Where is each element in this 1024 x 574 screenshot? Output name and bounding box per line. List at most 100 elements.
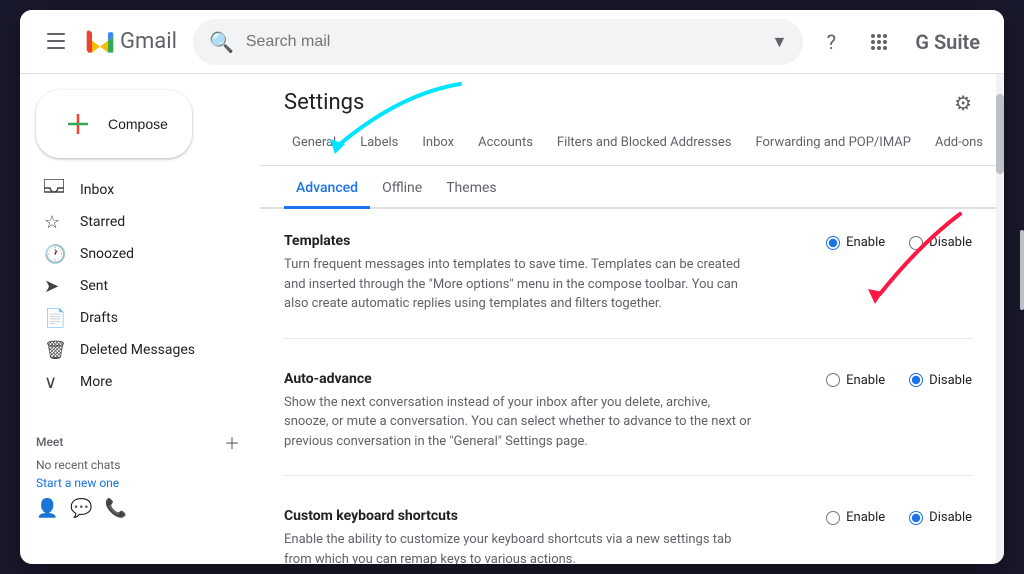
tab-general[interactable]: General (284, 123, 344, 165)
templates-disable-radio[interactable] (909, 236, 923, 250)
sidebar-item-more[interactable]: ∨ More (20, 366, 244, 398)
autoadvance-enable-option[interactable]: Enable (826, 373, 885, 388)
autoadvance-enable-radio[interactable] (826, 373, 840, 387)
autoadvance-enable-label: Enable (846, 373, 885, 388)
chat-action-icons: 👤 💬 📞 (36, 498, 244, 519)
keyboard-info: Custom keyboard shortcuts Enable the abi… (284, 508, 756, 564)
sidebar-label-starred: Starred (80, 214, 125, 230)
templates-enable-label: Enable (846, 235, 885, 250)
content-scrollbar-thumb[interactable] (996, 94, 1004, 174)
header: Gmail 🔍 ▼ ? G Suite (20, 10, 1004, 74)
templates-disable-option[interactable]: Disable (909, 235, 972, 250)
templates-desc: Turn frequent messages into templates to… (284, 255, 756, 314)
compose-button[interactable]: Compose (36, 90, 192, 158)
header-actions: ? G Suite (811, 22, 988, 62)
search-icon: 🔍 (209, 30, 234, 54)
sidebar-label-more: More (80, 374, 112, 390)
meet-label: Meet (36, 435, 63, 449)
inbox-icon (44, 179, 64, 202)
phone-icon[interactable]: 📞 (105, 498, 127, 519)
autoadvance-disable-label: Disable (929, 373, 972, 388)
section-keyboard: Custom keyboard shortcuts Enable the abi… (284, 508, 972, 564)
new-chat-icon[interactable]: ＋ (220, 430, 244, 454)
more-chevron-icon: ∨ (44, 372, 64, 393)
tab-forwarding[interactable]: Forwarding and POP/IMAP (747, 123, 919, 165)
templates-info: Templates Turn frequent messages into te… (284, 233, 756, 314)
settings-content: Settings ⚙ General Labels Inbox Accounts… (260, 74, 996, 564)
tab-addons[interactable]: Add-ons (927, 123, 991, 165)
sent-icon: ➤ (44, 276, 64, 297)
tab-accounts[interactable]: Accounts (470, 123, 541, 165)
keyboard-disable-radio[interactable] (909, 511, 923, 525)
app-title: Gmail (120, 29, 177, 54)
templates-controls: Enable Disable (772, 233, 972, 250)
tab-advanced[interactable]: Advanced (284, 170, 370, 209)
search-input[interactable] (246, 33, 760, 51)
compose-plus-icon (60, 106, 96, 142)
keyboard-enable-radio[interactable] (826, 511, 840, 525)
tab-inbox[interactable]: Inbox (414, 123, 462, 165)
templates-enable-option[interactable]: Enable (826, 235, 885, 250)
autoadvance-disable-option[interactable]: Disable (909, 373, 972, 388)
apps-icon[interactable] (859, 22, 899, 62)
sidebar-label-sent: Sent (80, 278, 108, 294)
keyboard-controls: Enable Disable (772, 508, 972, 525)
sidebar-item-snoozed[interactable]: 🕐 Snoozed (20, 238, 244, 270)
sidebar-item-starred[interactable]: ☆ Starred (20, 206, 244, 238)
main-layout: Compose Inbox ☆ Starred 🕐 Snoozed (20, 74, 1004, 564)
no-recent-chats: No recent chats (36, 458, 244, 472)
app-window: Gmail 🔍 ▼ ? G Suite (20, 10, 1004, 564)
keyboard-enable-label: Enable (846, 510, 885, 525)
keyboard-disable-option[interactable]: Disable (909, 510, 972, 525)
sidebar: Compose Inbox ☆ Starred 🕐 Snoozed (20, 74, 260, 564)
autoadvance-row: Auto-advance Show the next conversation … (284, 371, 972, 452)
search-bar[interactable]: 🔍 ▼ (193, 19, 803, 65)
section-autoadvance: Auto-advance Show the next conversation … (284, 371, 972, 477)
deleted-icon: 🗑 (44, 340, 64, 361)
primary-tabs: General Labels Inbox Accounts Filters an… (260, 123, 996, 166)
chat-bubble-icon[interactable]: 💬 (70, 498, 92, 519)
sidebar-item-sent[interactable]: ➤ Sent (20, 270, 244, 302)
settings-header: Settings ⚙ (260, 74, 996, 115)
tab-labels[interactable]: Labels (352, 123, 406, 165)
gmail-logo: Gmail (84, 26, 177, 58)
menu-icon[interactable] (36, 22, 76, 62)
compose-label: Compose (108, 116, 168, 132)
sidebar-label-drafts: Drafts (80, 310, 118, 326)
section-templates: Templates Turn frequent messages into te… (284, 233, 972, 339)
sidebar-item-deleted[interactable]: 🗑 Deleted Messages (20, 334, 244, 366)
settings-title: Settings (284, 90, 364, 115)
autoadvance-name: Auto-advance (284, 371, 756, 387)
content-scrollbar-track[interactable] (996, 74, 1004, 564)
templates-enable-radio[interactable] (826, 236, 840, 250)
templates-row: Templates Turn frequent messages into te… (284, 233, 972, 314)
snoozed-icon: 🕐 (44, 244, 64, 265)
settings-gear-icon[interactable]: ⚙ (954, 91, 972, 115)
sidebar-item-inbox[interactable]: Inbox (20, 174, 244, 206)
search-dropdown-icon[interactable]: ▼ (772, 32, 788, 52)
gsuite-badge: G Suite (907, 26, 988, 58)
sidebar-label-deleted: Deleted Messages (80, 342, 195, 358)
autoadvance-controls: Enable Disable (772, 371, 972, 388)
contacts-icon[interactable]: 👤 (36, 498, 58, 519)
templates-name: Templates (284, 233, 756, 249)
keyboard-row: Custom keyboard shortcuts Enable the abi… (284, 508, 972, 564)
sidebar-item-drafts[interactable]: 📄 Drafts (20, 302, 244, 334)
help-icon[interactable]: ? (811, 22, 851, 62)
secondary-tabs: Advanced Offline Themes (260, 170, 996, 209)
autoadvance-disable-radio[interactable] (909, 373, 923, 387)
drafts-icon: 📄 (44, 308, 64, 329)
autoadvance-info: Auto-advance Show the next conversation … (284, 371, 756, 452)
tab-filters[interactable]: Filters and Blocked Addresses (549, 123, 740, 165)
autoadvance-desc: Show the next conversation instead of yo… (284, 393, 756, 452)
starred-icon: ☆ (44, 212, 64, 233)
keyboard-disable-label: Disable (929, 510, 972, 525)
keyboard-desc: Enable the ability to customize your key… (284, 530, 756, 564)
keyboard-name: Custom keyboard shortcuts (284, 508, 756, 524)
tab-offline[interactable]: Offline (370, 170, 434, 209)
sidebar-label-snoozed: Snoozed (80, 246, 134, 262)
keyboard-enable-option[interactable]: Enable (826, 510, 885, 525)
templates-disable-label: Disable (929, 235, 972, 250)
tab-themes[interactable]: Themes (434, 170, 508, 209)
start-new-chat-link[interactable]: Start a new one (36, 476, 244, 490)
